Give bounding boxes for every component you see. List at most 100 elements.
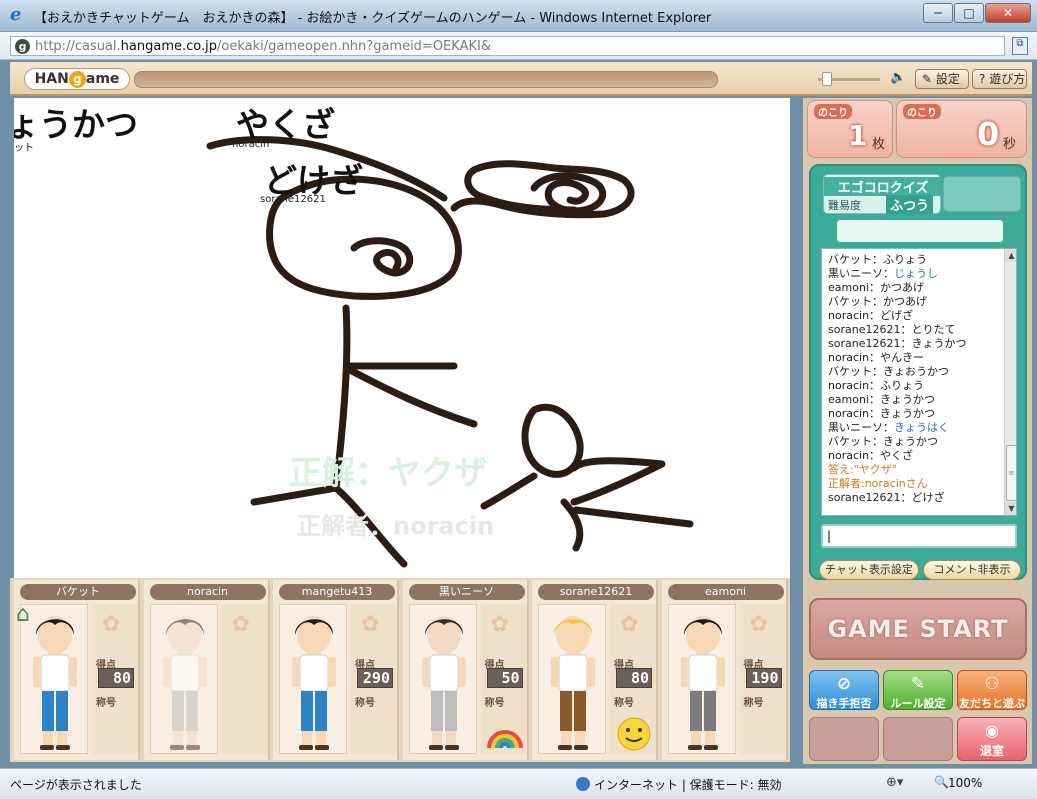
player-avatar[interactable] [408,604,477,754]
chat-user: sorane12621 [828,491,901,504]
chat-separator: ： [883,267,894,280]
volume-slider[interactable] [818,72,888,86]
help-icon: ? [979,72,986,86]
friends-icon: ⚇ [984,674,1000,694]
chat-user: eamoni [828,281,869,294]
title-label: 称号 [614,698,634,709]
player-avatar[interactable] [279,604,347,754]
compatibility-view-icon[interactable]: ⧉ [1012,37,1028,55]
site-favicon-icon: g [15,39,30,54]
scroll-thumb[interactable]: ≡ [1006,445,1016,501]
chat-line: sorane12621：どけざ [828,491,1002,505]
chat-user: sorane12621 [828,337,901,350]
chat-message: きょうかつ [883,435,938,448]
chat-separator: ： [900,491,912,504]
right-panel: のこり 1 枚 のこり 0 秒 エゴコロクイズ 難易度 ふつう バケット：ふりょ… [803,98,1032,764]
title-label: 称号 [355,698,375,709]
chat-message: どげざ [880,309,914,322]
chat-separator: ： [869,407,881,420]
chat-message: ふりょう [880,379,925,392]
hide-comments-button[interactable]: コメント非表示 [923,560,1021,580]
player-info: ✿ 得点 80 称号 [92,604,138,754]
chat-user: バケット [828,435,872,448]
chat-separator: ： [868,393,880,406]
minimize-button[interactable]: ─ [923,3,953,23]
game-start-button[interactable]: GAME START [809,598,1027,660]
chat-line: バケット：きょおうかつ [828,365,1002,379]
player-info: ✿ 得点 190 称号 [739,604,786,754]
player-avatar[interactable] [667,604,736,754]
chat-message: ふりょう [883,253,927,266]
remaining-seconds-box: のこり 0 秒 [896,100,1027,158]
zone-text: インターネット | 保護モード: 無効 [594,778,782,792]
settings-button[interactable]: ✎ 設定 [915,69,969,89]
chat-line: noracin：やんきー [828,351,1002,365]
zoom-icon[interactable]: 🔍 [934,775,949,789]
guess-user-2: noracin [232,139,270,150]
chat-line: eamoni：きょうかつ [828,393,1002,407]
player-slot[interactable]: バケット ✿ 得点 80 称号 [14,580,140,760]
player-name: 黒いニーソ [408,584,525,600]
player-name: eamoni [667,584,784,600]
player-slot[interactable]: sorane12621 ✿ 得点 80 称号 [532,580,658,760]
player-avatar[interactable] [20,604,88,754]
player-name: バケット [20,584,136,600]
chat-user: noracin [828,449,870,462]
chat-line: 黒いニーソ：きょうはく [828,421,1002,435]
player-slot[interactable]: 黒いニーソ ✿ 得点 50 称号 [402,580,529,760]
scroll-up-arrow-icon[interactable]: ▲ [1005,249,1016,262]
header-progress-track [134,71,718,88]
bulb-icon: ◉ [985,721,999,740]
chat-message: やんきー [880,351,925,364]
chat-separator: ： [900,323,912,336]
player-avatar[interactable] [149,604,218,754]
chat-user: noracin [828,351,870,364]
player-score: 190 [745,668,782,688]
flower-icon: ✿ [749,612,768,637]
close-button[interactable]: ✕ [985,3,1031,23]
chat-separator: ： [869,351,881,364]
player-slot[interactable]: noracin ✿ [143,580,270,760]
window-titlebar[interactable]: e 【おえかきチャットゲーム おえかきの森】 - お絵かき・クイズゲームのハンゲ… [0,0,1037,32]
chat-line: eamoni：かつあげ [828,281,1002,295]
chat-user: バケット [828,295,872,308]
how-to-play-button[interactable]: ? 遊び方 [972,69,1027,89]
play-with-friends-button[interactable]: ⚇ 友だちと遊ぶ [957,670,1027,710]
volume-knob[interactable] [822,72,832,86]
remaining-sheets-value: 1 [848,119,868,152]
leave-room-button[interactable]: ◉ 退室 [957,717,1027,761]
protected-mode-icon[interactable]: ⊕▾ [886,775,903,790]
chat-separator: ： [872,295,883,308]
chat-message: きょうかつ [880,407,936,420]
remaining-seconds-unit: 秒 [1003,137,1017,152]
player-info: ✿ 得点 80 称号 [610,604,656,754]
chat-message: きょうかつ [879,393,935,406]
url-field[interactable]: g http://casual.hangame.co.jp/oekaki/gam… [10,36,1005,56]
player-slot[interactable]: eamoni ✿ 得点 190 称号 [661,580,788,760]
chat-separator: ： [869,309,881,322]
internet-zone-icon [576,777,590,791]
player-slot[interactable]: mangetu413 ✿ 得点 290 称号 [273,580,399,760]
chat-separator: ： [868,281,880,294]
home-icon: ⌂ [16,602,30,627]
scroll-down-arrow-icon[interactable]: ▼ [1005,502,1016,515]
chat-scrollbar[interactable]: ▲ ≡ ▼ [1004,249,1016,515]
refuse-drawing-button[interactable]: ⊘ 描き手拒否 [809,670,879,710]
drawing-canvas[interactable]: ょうかつ ット やくざ noracin どけざ sorane12621 正解：ヤ… [14,98,790,578]
rule-settings-button[interactable]: ✎ ルール設定 [883,670,953,710]
chat-log[interactable]: バケット：ふりょう 黒いニーソ：じょうし eamoni：かつあげ バケット：かつあげ n… [821,248,1017,516]
hangame-logo[interactable]: HAN g ame [24,68,130,90]
chat-line: noracin：やくざ [828,449,1002,463]
chat-user: eamoni [828,393,869,406]
chat-display-settings-button[interactable]: チャット表示設定 [819,560,919,580]
speaker-icon[interactable]: 🔈 [890,70,906,85]
maximize-button[interactable]: □ [954,3,984,23]
chat-user: noracin [828,379,870,392]
zoom-level[interactable]: 100% [948,776,982,790]
no-entry-icon: ⊘ [836,674,852,694]
chat-message: とりたて [911,323,956,336]
player-avatar[interactable] [538,604,606,754]
chat-user: noracin [828,309,870,322]
chat-input[interactable]: | [821,524,1017,548]
flower-icon: ✿ [102,612,121,637]
